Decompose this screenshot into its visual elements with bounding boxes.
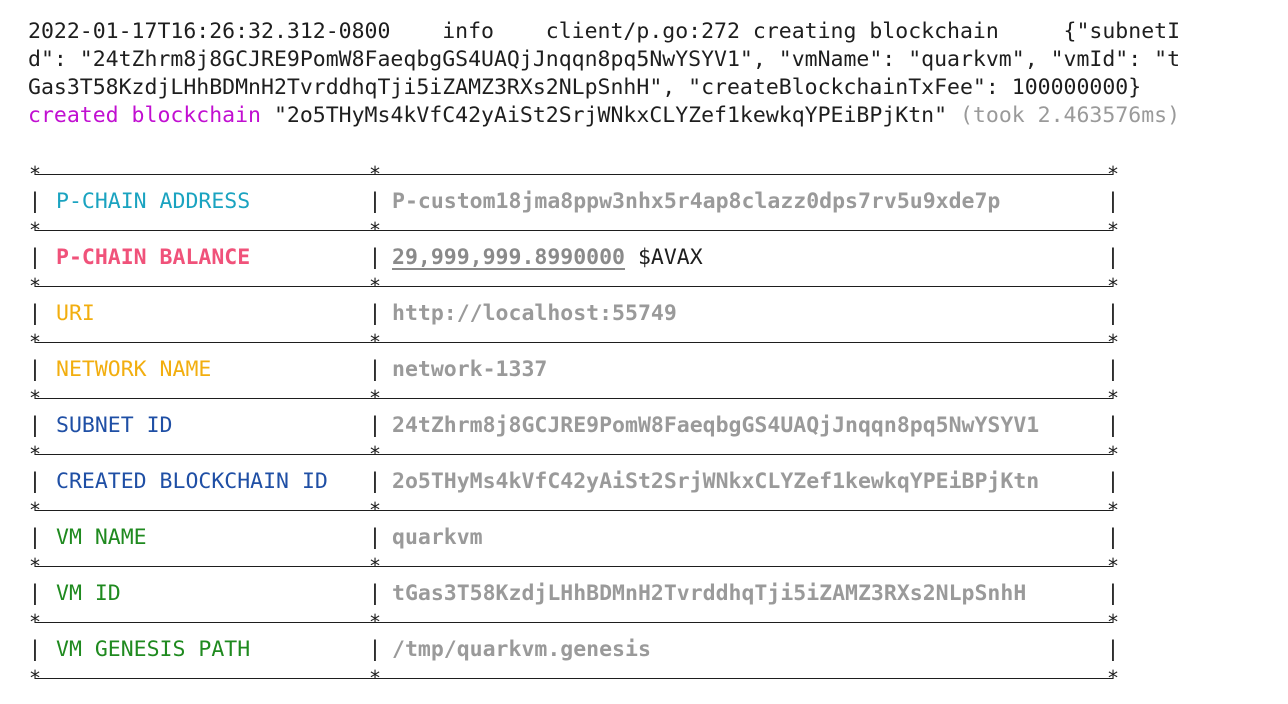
row-key: SUBNET ID	[56, 413, 173, 438]
table-row: | SUBNET ID | 24tZhrm8j8GCJRE9PomW8Faeqb…	[28, 413, 1120, 438]
created-label: created blockchain	[28, 103, 261, 128]
summary-table: * * * | P-CHAIN ADDRESS | P-custom18jma8…	[28, 160, 1120, 690]
table-border: * * *	[28, 554, 1120, 578]
row-key: VM ID	[56, 581, 121, 606]
table-row: | VM ID | tGas3T58KzdjLHhBDMnH2TvrddhqTj…	[28, 581, 1120, 606]
table-border: * * *	[28, 442, 1120, 466]
row-key: CREATED BLOCKCHAIN ID	[56, 469, 328, 494]
row-value: network-1337	[392, 357, 548, 382]
row-value: P-custom18jma8ppw3nhx5r4ap8clazz0dps7rv5…	[392, 189, 1001, 214]
table-border: * * *	[28, 218, 1120, 242]
table-border: * * *	[28, 498, 1120, 522]
row-value: tGas3T58KzdjLHhBDMnH2TvrddhqTji5iZAMZ3RX…	[392, 581, 1027, 606]
row-value: /tmp/quarkvm.genesis	[392, 637, 651, 662]
balance-unit: $AVAX	[625, 245, 703, 270]
table-row: | P-CHAIN ADDRESS | P-custom18jma8ppw3nh…	[28, 189, 1120, 214]
row-value: http://localhost:55749	[392, 301, 677, 326]
table-row: | VM GENESIS PATH | /tmp/quarkvm.genesis…	[28, 637, 1120, 662]
row-key: P-CHAIN ADDRESS	[56, 189, 251, 214]
row-key: VM GENESIS PATH	[56, 637, 251, 662]
table-border: * * *	[28, 666, 1120, 690]
row-key: NETWORK NAME	[56, 357, 212, 382]
row-key: VM NAME	[56, 525, 147, 550]
row-value: 2o5THyMs4kVfC42yAiSt2SrjWNkxCLYZef1kewkq…	[392, 469, 1040, 494]
log-line: Gas3T58KzdjLHhBDMnH2TvrddhqTji5iZAMZ3RXs…	[28, 75, 1142, 100]
log-line: 2022-01-17T16:26:32.312-0800 info client…	[28, 19, 1181, 44]
table-row: | CREATED BLOCKCHAIN ID | 2o5THyMs4kVfC4…	[28, 469, 1120, 494]
row-value: quarkvm	[392, 525, 483, 550]
table-border: * * *	[28, 610, 1120, 634]
table-row: | VM NAME | quarkvm |	[28, 525, 1120, 550]
created-blockchain-id: "2o5THyMs4kVfC42yAiSt2SrjWNkxCLYZef1kewk…	[261, 103, 960, 128]
row-key: P-CHAIN BALANCE	[56, 245, 251, 270]
row-value: 24tZhrm8j8GCJRE9PomW8FaeqbgGS4UAQjJnqqn8…	[392, 413, 1040, 438]
terminal-log: 2022-01-17T16:26:32.312-0800 info client…	[28, 18, 1288, 130]
table-row: | P-CHAIN BALANCE | 29,999,999.8990000 $…	[28, 244, 1120, 272]
balance-amount: 29,999,999.8990000	[392, 245, 625, 270]
row-key: URI	[56, 301, 95, 326]
took-duration: (took 2.463576ms)	[959, 103, 1181, 128]
table-border: * * *	[28, 162, 1120, 186]
table-border: * * *	[28, 274, 1120, 298]
row-value: 29,999,999.8990000 $AVAX	[392, 244, 703, 272]
table-row: | NETWORK NAME | network-1337 |	[28, 357, 1120, 382]
table-border: * * *	[28, 386, 1120, 410]
log-line: d": "24tZhrm8j8GCJRE9PomW8FaeqbgGS4UAQjJ…	[28, 47, 1181, 72]
table-border: * * *	[28, 330, 1120, 354]
created-blockchain-line: created blockchain "2o5THyMs4kVfC42yAiSt…	[28, 102, 1288, 130]
table-row: | URI | http://localhost:55749 |	[28, 301, 1120, 326]
